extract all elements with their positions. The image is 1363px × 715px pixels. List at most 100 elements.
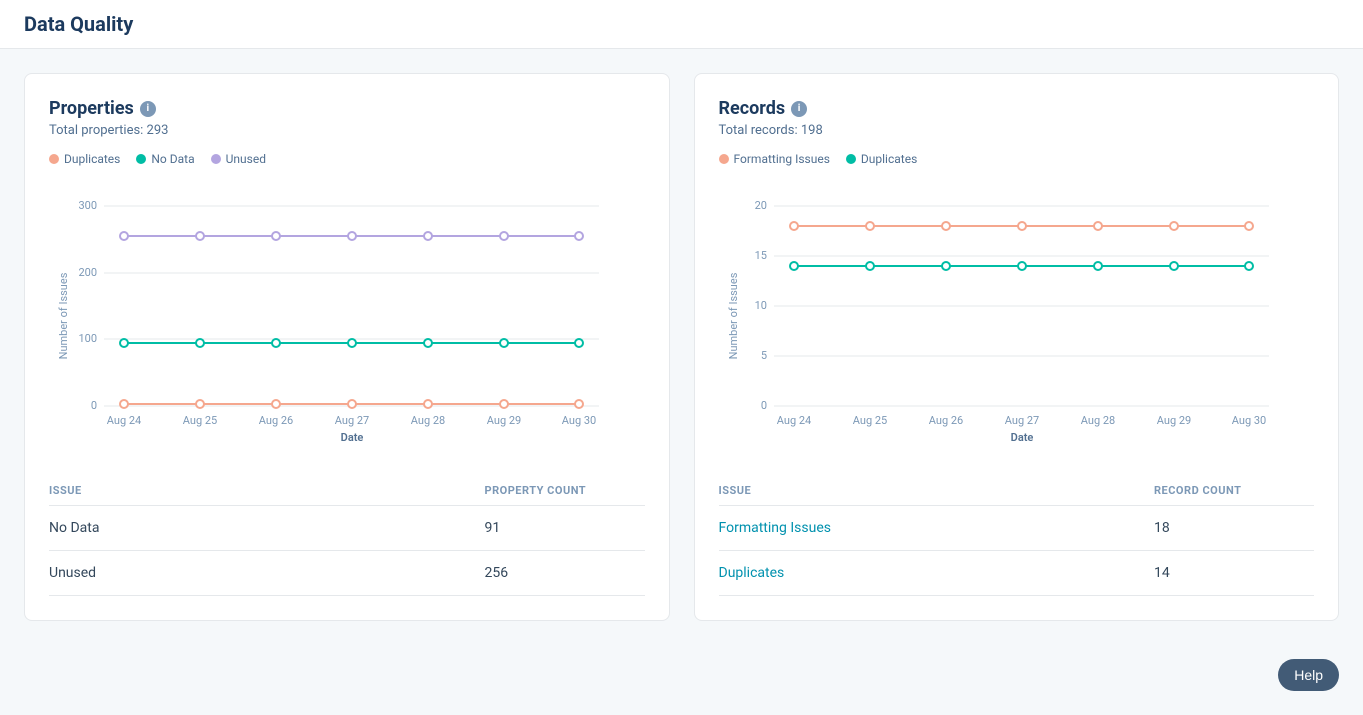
svg-text:Aug 27: Aug 27 — [335, 414, 369, 427]
dot-nodata-2 — [272, 339, 280, 347]
dot-dup-4 — [424, 400, 432, 408]
properties-issue-unused: Unused — [49, 565, 485, 581]
properties-col-issue: ISSUE — [49, 484, 485, 497]
legend-dot-nodata — [136, 154, 146, 164]
records-svg: Number of Issues 20 15 10 5 — [719, 176, 1299, 456]
svg-text:Aug 29: Aug 29 — [1156, 414, 1190, 427]
svg-text:Aug 25: Aug 25 — [852, 414, 886, 427]
svg-text:15: 15 — [754, 249, 766, 262]
dot-rdp-4 — [1094, 262, 1102, 270]
records-subtitle: Total records: 198 — [719, 123, 1315, 138]
records-chart: Number of Issues 20 15 10 5 — [719, 176, 1315, 456]
properties-issue-nodata: No Data — [49, 520, 485, 536]
page-title: Data Quality — [24, 12, 1339, 36]
dot-unused-0 — [120, 232, 128, 240]
svg-text:Aug 29: Aug 29 — [487, 414, 521, 427]
svg-text:Date: Date — [341, 431, 364, 444]
svg-text:5: 5 — [760, 349, 766, 362]
records-table: ISSUE RECORD COUNT Formatting Issues 18 … — [719, 476, 1315, 596]
properties-y-axis-label: Number of Issues — [57, 272, 70, 359]
page-header: Data Quality — [0, 0, 1363, 49]
dot-dup-5 — [500, 400, 508, 408]
properties-svg: Number of Issues 300 200 100 0 — [49, 176, 629, 456]
dot-fmt-0 — [790, 222, 798, 230]
properties-table: ISSUE PROPERTY COUNT No Data 91 Unused 2… — [49, 476, 645, 596]
dot-dup-2 — [272, 400, 280, 408]
records-row-duplicates[interactable]: Duplicates 14 — [719, 551, 1315, 596]
svg-text:Aug 28: Aug 28 — [1080, 414, 1114, 427]
svg-text:10: 10 — [754, 299, 766, 312]
properties-card-title: Properties i — [49, 98, 645, 119]
svg-text:Aug 24: Aug 24 — [776, 414, 810, 427]
properties-count-nodata: 91 — [485, 520, 645, 536]
records-issue-formatting[interactable]: Formatting Issues — [719, 520, 1155, 536]
svg-text:Aug 26: Aug 26 — [928, 414, 962, 427]
dot-rdp-6 — [1245, 262, 1253, 270]
legend-nodata: No Data — [136, 152, 194, 166]
legend-dot-rec-duplicates — [846, 154, 856, 164]
dot-nodata-5 — [500, 339, 508, 347]
properties-chart: Number of Issues 300 200 100 0 — [49, 176, 645, 456]
dot-rdp-5 — [1170, 262, 1178, 270]
dot-fmt-2 — [942, 222, 950, 230]
dot-unused-5 — [500, 232, 508, 240]
legend-rec-duplicates: Duplicates — [846, 152, 917, 166]
dot-nodata-0 — [120, 339, 128, 347]
dot-unused-4 — [424, 232, 432, 240]
properties-count-unused: 256 — [485, 565, 645, 581]
svg-text:Aug 30: Aug 30 — [562, 414, 596, 427]
svg-text:0: 0 — [760, 399, 766, 412]
dot-nodata-1 — [196, 339, 204, 347]
svg-text:300: 300 — [78, 199, 97, 212]
properties-card: Properties i Total properties: 293 Dupli… — [24, 73, 670, 621]
records-info-icon[interactable]: i — [791, 101, 807, 117]
properties-subtitle: Total properties: 293 — [49, 123, 645, 138]
svg-text:0: 0 — [91, 399, 97, 412]
dot-dup-3 — [348, 400, 356, 408]
records-count-formatting: 18 — [1154, 520, 1314, 536]
records-card: Records i Total records: 198 Formatting … — [694, 73, 1340, 621]
records-card-title: Records i — [719, 98, 1315, 119]
svg-text:200: 200 — [78, 266, 97, 279]
svg-text:Aug 25: Aug 25 — [183, 414, 217, 427]
dot-nodata-6 — [575, 339, 583, 347]
properties-info-icon[interactable]: i — [140, 101, 156, 117]
properties-table-header: ISSUE PROPERTY COUNT — [49, 476, 645, 506]
dot-nodata-3 — [348, 339, 356, 347]
dot-fmt-5 — [1170, 222, 1178, 230]
properties-row-unused: Unused 256 — [49, 551, 645, 596]
svg-text:Aug 26: Aug 26 — [259, 414, 293, 427]
properties-col-count: PROPERTY COUNT — [485, 484, 645, 497]
svg-text:Date: Date — [1010, 431, 1033, 444]
records-y-axis-label: Number of Issues — [727, 272, 740, 359]
dot-fmt-6 — [1245, 222, 1253, 230]
dot-rdp-0 — [790, 262, 798, 270]
svg-text:Aug 28: Aug 28 — [411, 414, 445, 427]
properties-legend: Duplicates No Data Unused — [49, 152, 645, 166]
help-button[interactable]: Help — [1278, 659, 1339, 691]
dot-unused-3 — [348, 232, 356, 240]
records-legend: Formatting Issues Duplicates — [719, 152, 1315, 166]
records-issue-duplicates[interactable]: Duplicates — [719, 565, 1155, 581]
records-col-count: RECORD COUNT — [1154, 484, 1314, 497]
dot-unused-6 — [575, 232, 583, 240]
svg-text:100: 100 — [78, 332, 97, 345]
legend-dot-duplicates — [49, 154, 59, 164]
records-col-issue: ISSUE — [719, 484, 1155, 497]
legend-duplicates: Duplicates — [49, 152, 120, 166]
records-row-formatting[interactable]: Formatting Issues 18 — [719, 506, 1315, 551]
dot-fmt-3 — [1018, 222, 1026, 230]
dot-dup-6 — [575, 400, 583, 408]
svg-text:20: 20 — [754, 199, 766, 212]
main-content: Properties i Total properties: 293 Dupli… — [0, 49, 1363, 645]
svg-text:Aug 24: Aug 24 — [107, 414, 141, 427]
svg-text:Aug 27: Aug 27 — [1004, 414, 1038, 427]
properties-row-nodata: No Data 91 — [49, 506, 645, 551]
dot-rdp-1 — [866, 262, 874, 270]
dot-fmt-4 — [1094, 222, 1102, 230]
dot-fmt-1 — [866, 222, 874, 230]
legend-unused: Unused — [211, 152, 266, 166]
records-count-duplicates: 14 — [1154, 565, 1314, 581]
dot-unused-1 — [196, 232, 204, 240]
dot-unused-2 — [272, 232, 280, 240]
